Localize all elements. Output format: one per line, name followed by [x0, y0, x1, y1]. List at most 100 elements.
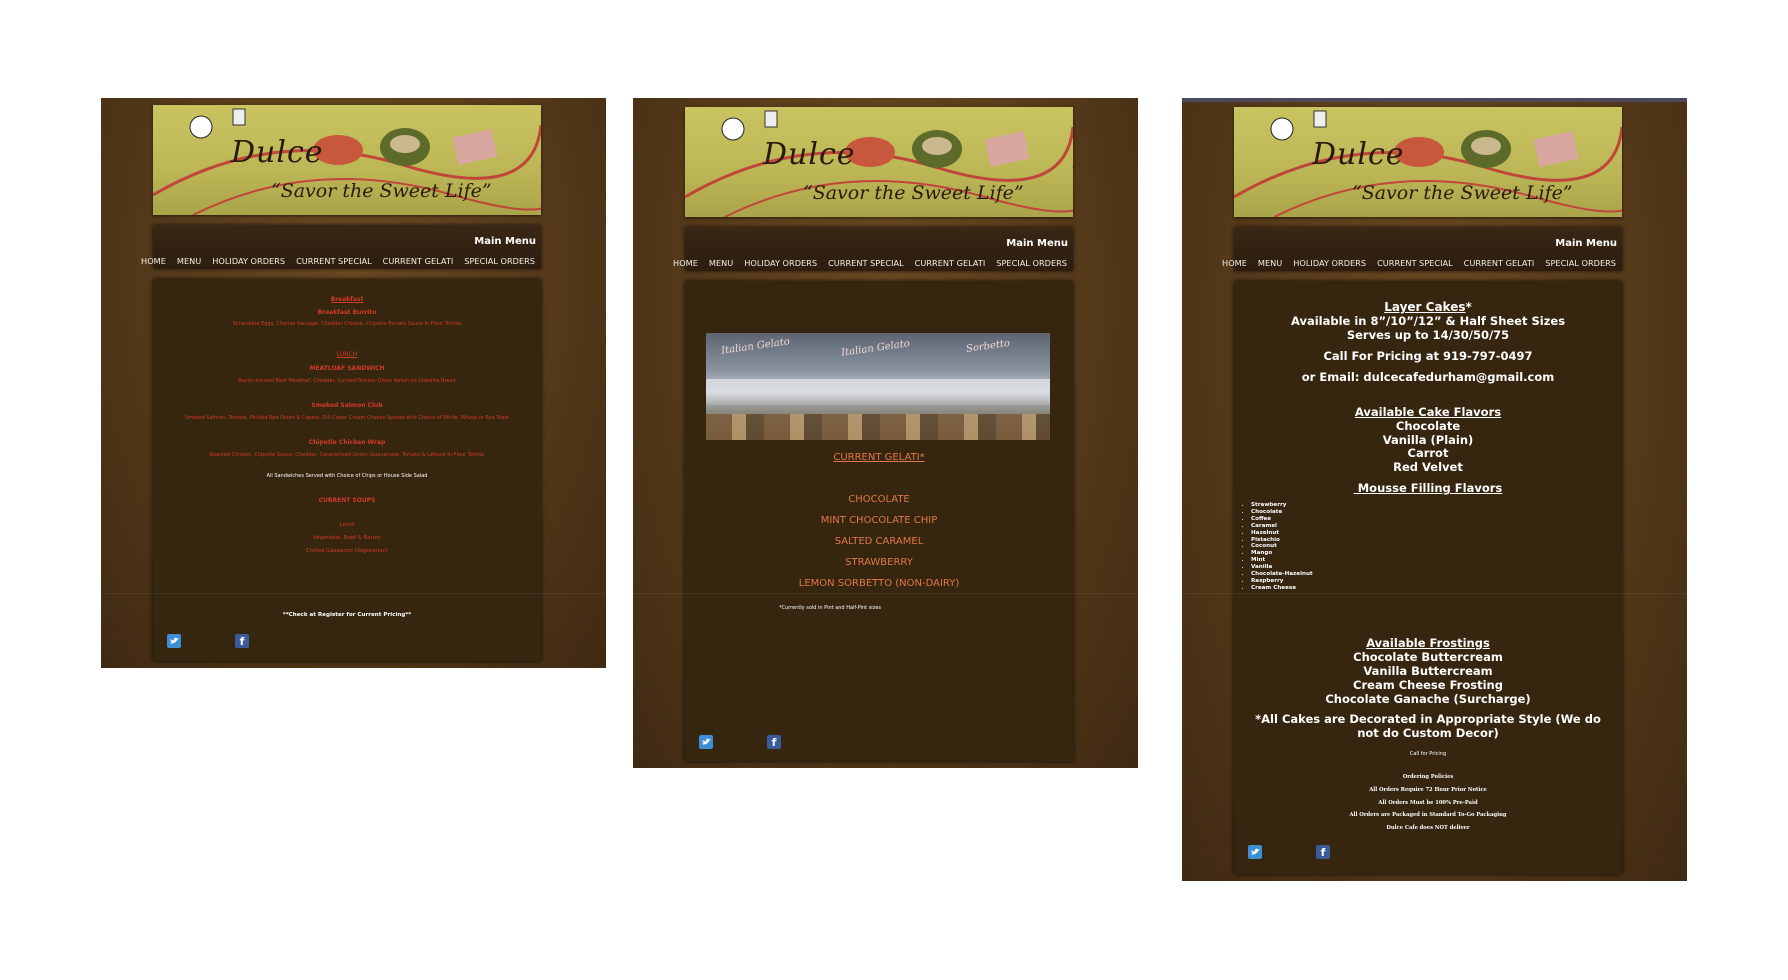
list-item: Vanilla	[1251, 564, 1313, 571]
cake-sizes: Available in 8”/10”/12” & Half Sheet Siz…	[1290, 314, 1566, 328]
facebook-icon[interactable]: f	[1316, 845, 1330, 859]
nav-current-special[interactable]: CURRENT SPECIAL	[1377, 258, 1453, 268]
lunch-item-1-desc: Bacon-Infused Beef Meatloaf, Cheddar, Cu…	[238, 378, 456, 384]
frosting-item: Chocolate Ganache (Surcharge)	[1325, 692, 1531, 706]
facebook-icon[interactable]: f	[767, 735, 781, 749]
sandwich-note: All Sandwiches Served with Choice of Chi…	[266, 473, 428, 479]
nav-current-gelati[interactable]: CURRENT GELATI	[915, 258, 986, 268]
gelati-heading: CURRENT GELATI*	[833, 452, 925, 463]
list-item: Coconut	[1251, 543, 1313, 550]
breakfast-desc: Scrambled Eggs, Chorizo Sausage, Cheddar…	[232, 321, 462, 327]
nav-home[interactable]: HOME	[141, 256, 166, 266]
list-item: Chocolate	[1251, 509, 1313, 516]
special-orders-page-screenshot: Dulce “Savor the Sweet Life” Main Menu H…	[1182, 98, 1687, 881]
email-line[interactable]: or Email: dulcecafedurham@gmail.com	[1234, 370, 1622, 384]
nav-holiday-orders[interactable]: HOLIDAY ORDERS	[212, 256, 285, 266]
list-item: Cream Cheese	[1251, 585, 1313, 592]
photo-sign: Sorbetto	[965, 337, 1011, 356]
lunch-item-3: Chipotle Chicken Wrap	[308, 439, 386, 446]
main-menu-nav: Main Menu HOME MENU HOLIDAY ORDERS CURRE…	[1222, 227, 1622, 271]
facebook-icon[interactable]: f	[235, 634, 249, 648]
main-menu-title: Main Menu	[1555, 238, 1617, 249]
policy-item: All Orders Require 72 Hour Prior Notice	[1369, 787, 1487, 793]
layer-cakes-heading: Layer Cakes*	[1384, 300, 1472, 314]
gelati-page-screenshot: Dulce “Savor the Sweet Life” Main Menu H…	[633, 98, 1138, 768]
pricing-note: **Check at Register for Current Pricing*…	[282, 612, 412, 618]
gelato-flavor: LEMON SORBETTO (NON-DAIRY)	[798, 578, 960, 589]
nav-current-gelati[interactable]: CURRENT GELATI	[1464, 258, 1535, 268]
frosting-item: Vanilla Buttercream	[1363, 664, 1493, 678]
nav-current-special[interactable]: CURRENT SPECIAL	[296, 256, 372, 266]
gelati-footnote: *Currently sold in Pint and Half-Pint si…	[779, 605, 882, 611]
header-banner[interactable]: Dulce “Savor the Sweet Life”	[685, 107, 1073, 217]
nav-home[interactable]: HOME	[1222, 258, 1247, 268]
nav-home[interactable]: HOME	[673, 258, 698, 268]
nav-current-gelati[interactable]: CURRENT GELATI	[383, 256, 454, 266]
soup-item: Vegetable, Beef & Barley	[313, 535, 381, 541]
brand-name: Dulce	[1312, 137, 1405, 172]
policy-item: All Orders are Packaged in Standard To-G…	[1349, 812, 1507, 818]
breakfast-item: Breakfast Burrito	[317, 309, 377, 316]
nav-special-orders[interactable]: SPECIAL ORDERS	[1545, 258, 1616, 268]
main-menu-nav: Main Menu HOME MENU HOLIDAY ORDERS CURRE…	[673, 227, 1073, 271]
twitter-icon[interactable]	[167, 634, 181, 648]
gelato-flavor: SALTED CARAMEL	[834, 536, 924, 547]
cake-serves: Serves up to 14/30/50/75	[1346, 328, 1510, 342]
list-item: Mango	[1251, 550, 1313, 557]
list-item: Mint	[1251, 557, 1313, 564]
lunch-item-2-desc: Smoked Salmon, Tomato, Pickled Red Onion…	[184, 415, 510, 421]
gelati-content: Italian Gelato Italian Gelato Sorbetto C…	[685, 281, 1073, 761]
brand-tagline: “Savor the Sweet Life”	[271, 180, 492, 202]
nav-menu[interactable]: MENU	[709, 258, 733, 268]
mousse-flavor-list: Strawberry Chocolate Coffee Caramel Haze…	[1234, 502, 1313, 592]
twitter-icon[interactable]	[1248, 845, 1262, 859]
main-menu-title: Main Menu	[474, 236, 536, 247]
list-item: Pistachio	[1251, 537, 1313, 544]
cake-flavor: Carrot	[1407, 446, 1449, 460]
main-menu-nav: Main Menu HOME MENU HOLIDAY ORDERS CURRE…	[141, 225, 541, 269]
brand-tagline: “Savor the Sweet Life”	[1352, 182, 1573, 204]
breakfast-heading: Breakfast	[330, 296, 364, 303]
lunch-item-1: MEATLOAF SANDWICH	[309, 365, 385, 372]
brand-name: Dulce	[763, 137, 856, 172]
frostings-heading: Available Frostings	[1366, 636, 1490, 650]
lunch-item-3-desc: Roasted Chicken, Chipotle Sauce, Cheddar…	[209, 452, 485, 458]
photo-sign: Italian Gelato	[720, 336, 791, 357]
special-orders-content: Layer Cakes* Available in 8”/10”/12” & H…	[1234, 281, 1622, 874]
nav-current-special[interactable]: CURRENT SPECIAL	[828, 258, 904, 268]
nav-special-orders[interactable]: SPECIAL ORDERS	[464, 256, 535, 266]
cake-flavor: Vanilla (Plain)	[1382, 433, 1474, 447]
soup-item: Chilled Gazpacho (Vegetarian)	[306, 548, 388, 554]
lunch-heading: LUNCH	[336, 351, 358, 358]
mousse-heading: Mousse Filling Flavors	[1353, 481, 1503, 495]
twitter-icon[interactable]	[699, 735, 713, 749]
gelato-flavor: MINT CHOCOLATE CHIP	[820, 515, 938, 526]
header-banner[interactable]: Dulce “Savor the Sweet Life”	[1234, 107, 1622, 217]
list-item: Raspberry	[1251, 578, 1313, 585]
nav-holiday-orders[interactable]: HOLIDAY ORDERS	[1293, 258, 1366, 268]
brand-tagline: “Savor the Sweet Life”	[803, 182, 1024, 204]
policy-item: All Orders Must be 100% Pre-Paid	[1378, 800, 1478, 806]
menu-page-screenshot: Dulce “Savor the Sweet Life” Main Menu H…	[101, 98, 606, 668]
gelato-flavor: STRAWBERRY	[845, 557, 913, 568]
list-item: Hazelnut	[1251, 530, 1313, 537]
call-for-pricing: Call For Pricing at 919-797-0497	[1323, 349, 1533, 363]
nav-holiday-orders[interactable]: HOLIDAY ORDERS	[744, 258, 817, 268]
soup-item: Lentil	[339, 522, 355, 528]
list-item: Caramel	[1251, 523, 1313, 530]
photo-sign: Italian Gelato	[840, 338, 911, 359]
list-item: Strawberry	[1251, 502, 1313, 509]
decor-note: *All Cakes are Decorated in Appropriate …	[1255, 712, 1601, 740]
list-item: Chocolate-Hazelnut	[1251, 571, 1313, 578]
nav-special-orders[interactable]: SPECIAL ORDERS	[996, 258, 1067, 268]
cake-flavor: Red Velvet	[1393, 460, 1463, 474]
gelato-case-photo: Italian Gelato Italian Gelato Sorbetto	[706, 333, 1050, 440]
frosting-item: Chocolate Buttercream	[1353, 650, 1503, 664]
menu-content: Breakfast Breakfast Burrito Scrambled Eg…	[153, 279, 541, 661]
nav-menu[interactable]: MENU	[1258, 258, 1282, 268]
frosting-item: Cream Cheese Frosting	[1353, 678, 1503, 692]
policies-heading: Ordering Policies	[1402, 774, 1454, 780]
lunch-item-2: Smoked Salmon Club	[311, 402, 383, 409]
nav-menu[interactable]: MENU	[177, 256, 201, 266]
header-banner[interactable]: Dulce “Savor the Sweet Life”	[153, 105, 541, 215]
